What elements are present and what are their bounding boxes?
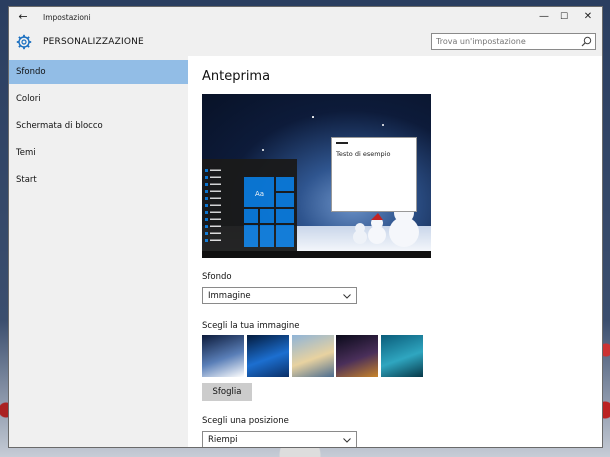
preview-tile: [260, 225, 274, 247]
start-menu-list: [205, 169, 221, 242]
background-dropdown-value: Immagine: [208, 291, 251, 301]
settings-header: PERSONALIZZAZIONE: [9, 29, 602, 56]
sidebar: Sfondo Colori Schermata di blocco Temi S…: [9, 56, 188, 447]
preview-tile: [276, 193, 294, 207]
preview-start-menu: Aa: [202, 159, 297, 251]
preview-tile: [260, 209, 274, 223]
night-sky-thumbnail[interactable]: [336, 335, 378, 377]
preview-tile: [244, 225, 258, 247]
sidebar-item-start[interactable]: Start: [9, 168, 188, 192]
preview-window: Testo di esempio: [331, 137, 417, 212]
minimize-button[interactable]: —: [535, 10, 553, 24]
settings-window: ← Impostazioni — ☐ ✕ PERSONALIZZAZIONE T…: [8, 6, 603, 448]
preview-tile-text: Aa: [255, 190, 265, 198]
position-label: Scegli una posizione: [202, 416, 289, 426]
page-title: PERSONALIZZAZIONE: [43, 37, 144, 47]
background-dropdown[interactable]: Immagine: [202, 287, 357, 304]
back-arrow-icon[interactable]: ←: [16, 10, 30, 24]
search-input[interactable]: [436, 35, 576, 48]
windows-thumbnail[interactable]: [247, 335, 289, 377]
star: [382, 124, 384, 126]
preview-taskbar: [202, 251, 431, 258]
maximize-button[interactable]: ☐: [555, 10, 573, 24]
sidebar-item-schermata-di-blocco[interactable]: Schermata di blocco: [9, 114, 188, 138]
preview-tile: [276, 225, 294, 247]
search-icon[interactable]: [581, 36, 592, 47]
window-title: Impostazioni: [43, 13, 91, 22]
gear-icon: [16, 34, 32, 50]
star: [262, 149, 264, 151]
title-bar: ← Impostazioni — ☐ ✕: [9, 7, 602, 29]
preview-tile-large: Aa: [244, 177, 274, 207]
chevron-down-icon: [343, 438, 351, 443]
position-dropdown[interactable]: Riempi: [202, 431, 357, 447]
snowmen-thumbnail[interactable]: [202, 335, 244, 377]
sidebar-item-colori[interactable]: Colori: [9, 87, 188, 111]
preview-sample-text: Testo di esempio: [336, 150, 391, 158]
preview-tile: [244, 209, 258, 223]
preview-window-bar: [336, 142, 348, 144]
choose-image-label: Scegli la tua immagine: [202, 321, 300, 331]
background-label: Sfondo: [202, 272, 232, 282]
star: [312, 116, 314, 118]
underwater-thumbnail[interactable]: [381, 335, 423, 377]
sidebar-item-sfondo[interactable]: Sfondo: [9, 60, 188, 84]
main-content: Anteprima Aa Testo di esempio Sfondo Imm…: [188, 56, 602, 447]
beach-rocks-thumbnail[interactable]: [292, 335, 334, 377]
preview-tile: [276, 177, 294, 191]
preview-tile: [276, 209, 294, 223]
chevron-down-icon: [343, 294, 351, 299]
position-dropdown-value: Riempi: [208, 435, 238, 445]
desktop-preview: Aa Testo di esempio: [202, 94, 431, 258]
preview-heading: Anteprima: [202, 69, 271, 84]
browse-button[interactable]: Sfoglia: [202, 383, 252, 401]
sidebar-item-temi[interactable]: Temi: [9, 141, 188, 165]
search-box[interactable]: [431, 33, 596, 50]
close-button[interactable]: ✕: [579, 10, 597, 24]
